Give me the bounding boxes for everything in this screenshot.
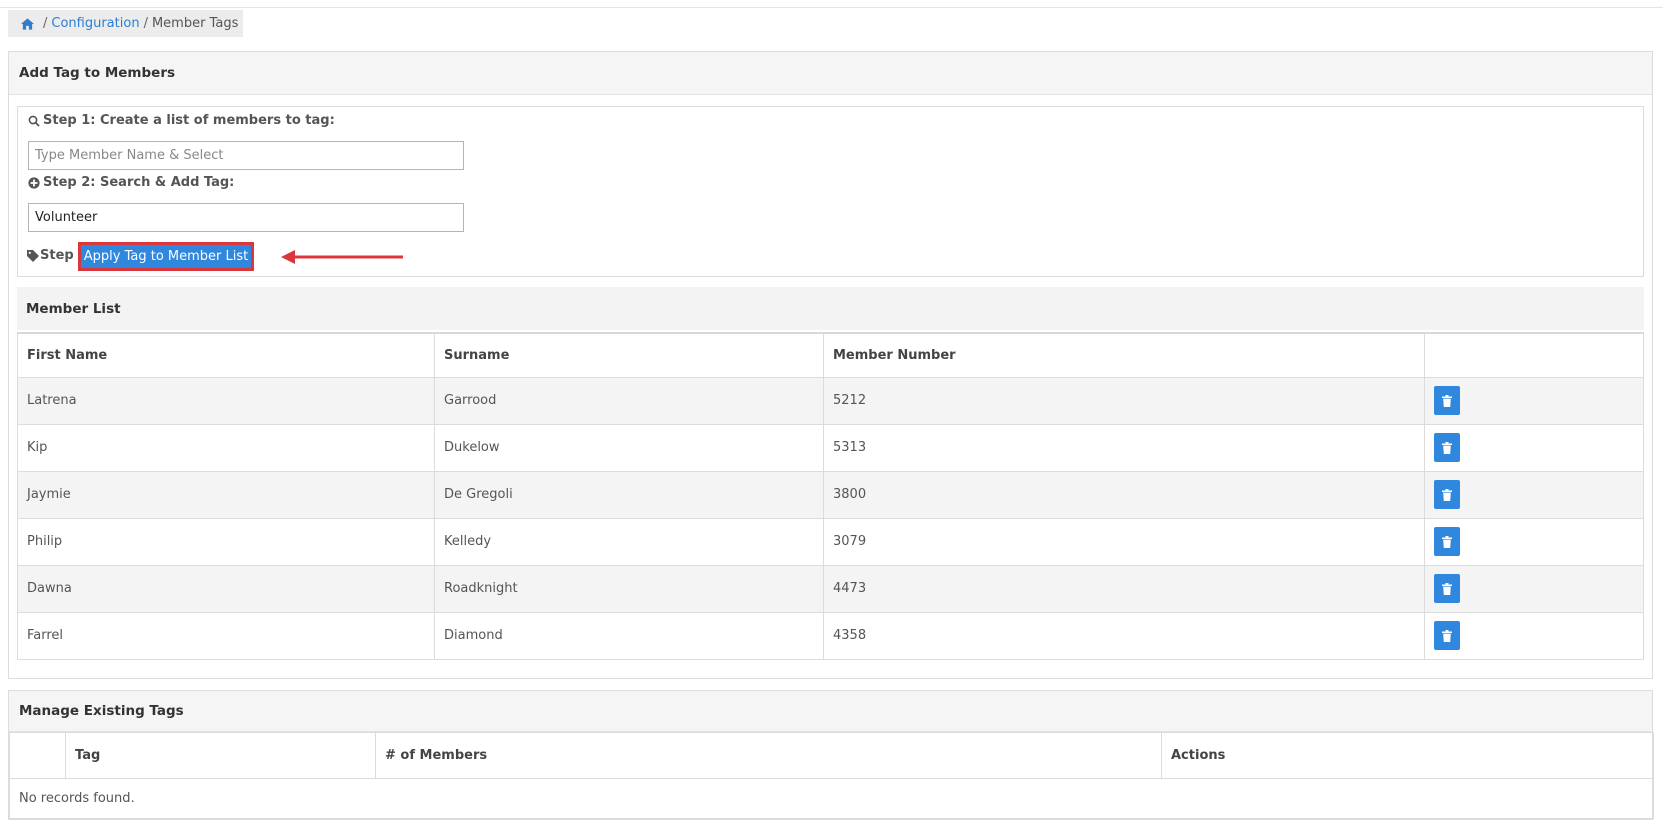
trash-icon bbox=[1442, 629, 1452, 642]
cell-member-number: 3800 bbox=[823, 470, 1425, 519]
manage-tags-title: Manage Existing Tags bbox=[9, 691, 1652, 732]
trash-icon bbox=[1442, 535, 1452, 548]
delete-button[interactable] bbox=[1434, 574, 1460, 603]
table-row: Kip Dukelow 5313 bbox=[17, 423, 1644, 472]
add-tag-panel-title: Add Tag to Members bbox=[9, 52, 1652, 95]
column-header-member-count: # of Members bbox=[375, 732, 1162, 779]
table-row: Jaymie De Gregoli 3800 bbox=[17, 470, 1644, 519]
member-table: First Name Surname Member Number Latrena… bbox=[17, 332, 1644, 660]
step1-label: Step 1: Create a list of members to tag: bbox=[28, 113, 335, 128]
cell-first-name: Latrena bbox=[17, 376, 435, 425]
cell-surname: Dukelow bbox=[434, 423, 824, 472]
trash-icon bbox=[1442, 488, 1452, 501]
empty-message: No records found. bbox=[9, 778, 1654, 819]
cell-actions bbox=[1424, 611, 1644, 660]
cell-surname: Garrood bbox=[434, 376, 824, 425]
trash-icon bbox=[1442, 394, 1452, 407]
cell-member-number: 4473 bbox=[823, 564, 1425, 613]
breadcrumb-separator: / bbox=[143, 16, 148, 31]
tag-icon bbox=[27, 249, 39, 262]
delete-button[interactable] bbox=[1434, 480, 1460, 509]
table-row: Dawna Roadknight 4473 bbox=[17, 564, 1644, 613]
member-search-input[interactable] bbox=[28, 141, 464, 170]
column-header-actions bbox=[1424, 332, 1644, 378]
trash-icon bbox=[1442, 582, 1452, 595]
step2-label: Step 2: Search & Add Tag: bbox=[28, 175, 234, 190]
breadcrumb-separator: / bbox=[43, 16, 48, 31]
breadcrumb-current: Member Tags bbox=[151, 16, 239, 31]
breadcrumb-configuration-link[interactable]: Configuration bbox=[51, 16, 139, 31]
table-row: Latrena Garrood 5212 bbox=[17, 376, 1644, 425]
cell-member-number: 5212 bbox=[823, 376, 1425, 425]
member-list-title: Member List bbox=[17, 287, 1644, 330]
cell-surname: Roadknight bbox=[434, 564, 824, 613]
cell-actions bbox=[1424, 376, 1644, 425]
search-icon bbox=[28, 115, 40, 127]
trash-icon bbox=[1442, 441, 1452, 454]
cell-actions bbox=[1424, 423, 1644, 472]
home-icon[interactable] bbox=[21, 17, 34, 30]
cell-member-number: 4358 bbox=[823, 611, 1425, 660]
cell-member-number: 5313 bbox=[823, 423, 1425, 472]
step1-label-text: Step 1: Create a list of members to tag: bbox=[43, 113, 335, 128]
tags-table-header: Tag # of Members Actions bbox=[9, 732, 1654, 779]
arrow-left-annotation bbox=[281, 250, 403, 264]
delete-button[interactable] bbox=[1434, 433, 1460, 462]
column-header-member-number: Member Number bbox=[823, 332, 1425, 378]
column-header-tag: Tag bbox=[65, 732, 376, 779]
column-header-first-name: First Name bbox=[17, 332, 435, 378]
delete-button[interactable] bbox=[1434, 621, 1460, 650]
cell-surname: De Gregoli bbox=[434, 470, 824, 519]
member-table-header: First Name Surname Member Number bbox=[17, 332, 1644, 378]
breadcrumb: / Configuration / Member Tags bbox=[8, 10, 243, 37]
table-row: Farrel Diamond 4358 bbox=[17, 611, 1644, 660]
cell-surname: Kelledy bbox=[434, 517, 824, 566]
cell-actions bbox=[1424, 470, 1644, 519]
plus-circle-icon bbox=[28, 176, 40, 189]
cell-first-name: Dawna bbox=[17, 564, 435, 613]
table-row: Philip Kelledy 3079 bbox=[17, 517, 1644, 566]
cell-first-name: Jaymie bbox=[17, 470, 435, 519]
apply-tag-button[interactable]: Apply Tag to Member List bbox=[78, 242, 254, 271]
cell-first-name: Philip bbox=[17, 517, 435, 566]
delete-button[interactable] bbox=[1434, 527, 1460, 556]
cell-surname: Diamond bbox=[434, 611, 824, 660]
cell-actions bbox=[1424, 517, 1644, 566]
tags-table: Tag # of Members Actions No records foun… bbox=[9, 732, 1654, 819]
member-list-section: Member List First Name Surname Member Nu… bbox=[17, 287, 1644, 660]
cell-first-name: Farrel bbox=[17, 611, 435, 660]
column-header-surname: Surname bbox=[434, 332, 824, 378]
column-header-select bbox=[9, 732, 66, 779]
cell-member-number: 3079 bbox=[823, 517, 1425, 566]
cell-first-name: Kip bbox=[17, 423, 435, 472]
add-tag-panel: Add Tag to Members Step 1: Create a list… bbox=[8, 51, 1653, 679]
tag-search-input[interactable] bbox=[28, 203, 464, 232]
top-divider bbox=[0, 7, 1663, 8]
empty-row: No records found. bbox=[9, 778, 1654, 819]
manage-tags-panel: Manage Existing Tags Tag # of Members Ac… bbox=[8, 690, 1654, 820]
column-header-actions: Actions bbox=[1161, 732, 1654, 779]
delete-button[interactable] bbox=[1434, 386, 1460, 415]
steps-box: Step 1: Create a list of members to tag:… bbox=[17, 106, 1644, 277]
cell-actions bbox=[1424, 564, 1644, 613]
step2-label-text: Step 2: Search & Add Tag: bbox=[43, 175, 235, 190]
